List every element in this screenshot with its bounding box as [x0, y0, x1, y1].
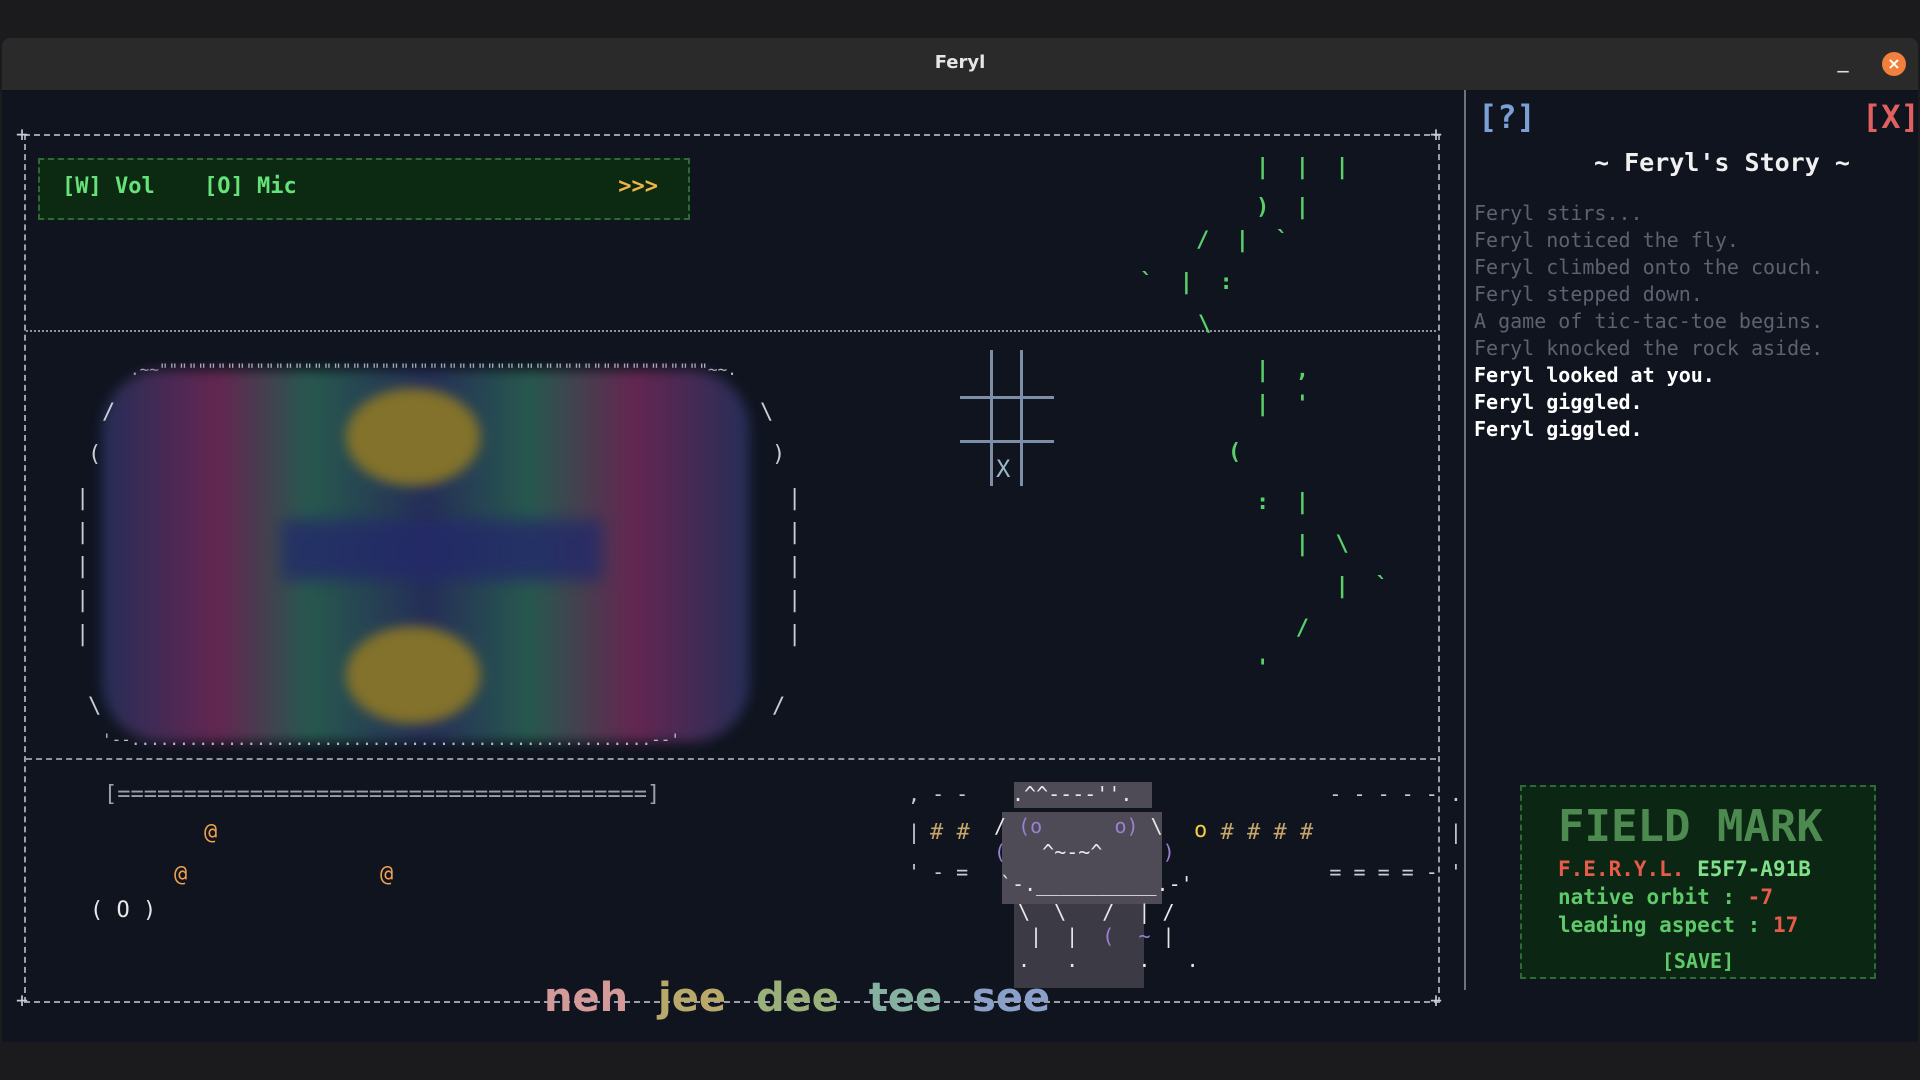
screen-edge: ) [772, 442, 786, 467]
log-entry: Feryl giggled. [1474, 390, 1643, 414]
at-glyph: @ [204, 820, 218, 845]
screen-art-band [282, 520, 602, 580]
syllable-4: tee [868, 975, 943, 1021]
app-window: Feryl _ × + + + + [W] Vol [O] Mic >>> .~… [2, 38, 1918, 1042]
ttt-grid-line [990, 350, 993, 486]
log-entry: Feryl stirs... [1474, 201, 1643, 225]
story-title: ~ Feryl's Story ~ [1594, 148, 1850, 177]
rug-pattern: # # [930, 820, 970, 845]
mic-button[interactable]: [O] Mic [204, 174, 297, 199]
vine: | | | ) | [1256, 155, 1349, 220]
screen-edge: \ [760, 400, 774, 425]
next-button[interactable]: >>> [618, 174, 658, 199]
coin-icon[interactable]: o [1194, 818, 1207, 843]
ttt-grid-line [1020, 350, 1023, 486]
log-entry: Feryl noticed the fly. [1474, 228, 1739, 252]
id-label: F.E.R.Y.L. [1558, 857, 1685, 881]
log-entry: A game of tic-tac-toe begins. [1474, 309, 1824, 333]
vine: / | ` [1196, 228, 1289, 253]
aspect-value: 17 [1772, 913, 1799, 937]
syllable-5: see [972, 975, 1051, 1021]
screen-edge: | | | | | [788, 486, 802, 647]
window-title: Feryl [934, 52, 986, 73]
vine: | , | ' [1256, 358, 1309, 417]
screen-edge: / [102, 400, 116, 425]
help-button[interactable]: [?] [1478, 98, 1536, 136]
vine: ( [1228, 440, 1242, 465]
log-entry: Feryl stepped down. [1474, 282, 1703, 306]
audio-controls: [W] Vol [O] Mic >>> [38, 158, 690, 220]
ttt-grid-line [960, 396, 1054, 399]
game-area: + + + + [W] Vol [O] Mic >>> .~~"""""""""… [2, 90, 1918, 1042]
frame-corner: + [1430, 122, 1443, 146]
orbit-label: native orbit : [1558, 885, 1736, 909]
progress-bar: [=======================================… [104, 782, 661, 807]
screen-bottom-border: '--.....................................… [102, 730, 680, 749]
minimize-button[interactable]: _ [1828, 48, 1858, 78]
ttt-grid-line [960, 440, 1054, 443]
vine: \ [1198, 312, 1212, 337]
screen-edge: ( [88, 442, 102, 467]
log-entry: Feryl looked at you. [1474, 363, 1715, 387]
field-mark-title: FIELD MARK [1558, 801, 1823, 852]
feryl-creature[interactable]: .^^----''. / (o o) \ ( ^~-~^ ) `-.______… [994, 780, 1199, 1000]
log-entry: Feryl climbed onto the couch. [1474, 255, 1824, 279]
aspect-label: leading aspect : [1558, 913, 1761, 937]
id-value: E5F7-A91B [1697, 857, 1811, 881]
field-mark-aspect: leading aspect : 17 [1558, 913, 1798, 937]
screen-edge: / [772, 694, 786, 719]
quit-button[interactable]: [X] [1862, 98, 1918, 136]
orbit-value: -7 [1747, 885, 1773, 909]
volume-button[interactable]: [W] Vol [62, 174, 155, 199]
log-entry: Feryl giggled. [1474, 417, 1643, 441]
title-bar: Feryl _ × [2, 38, 1918, 91]
rug-pattern: # # # # [1194, 820, 1314, 845]
vine: ' [1256, 656, 1270, 681]
syllable-1: neh [544, 975, 629, 1021]
frame-corner: + [16, 122, 29, 146]
log-entry: Feryl knocked the rock aside. [1474, 336, 1824, 360]
screen-edge: | | | | | [76, 486, 90, 647]
at-glyph: @ [380, 862, 394, 887]
vine: : | | \ | ` / [1256, 490, 1389, 641]
story-log: Feryl stirs... Feryl noticed the fly. Fe… [1474, 200, 1823, 443]
creature-face: `-.__________.-' [1000, 872, 1193, 896]
syllable-3: dee [755, 975, 839, 1021]
frame-corner: + [1430, 988, 1443, 1012]
speech-syllables: neh jee dee tee see [544, 975, 1066, 1021]
close-button[interactable]: × [1882, 52, 1906, 76]
creature-face: .^^----''. [1012, 782, 1133, 806]
field-mark-orbit: native orbit : -7 [1558, 885, 1773, 909]
zero-widget[interactable]: ( O ) [90, 898, 156, 923]
save-button[interactable]: [SAVE] [1522, 949, 1874, 973]
floor-line [26, 758, 1436, 760]
creature-legs-art: \ \ / | / | | ( ~ | . . . . [1018, 900, 1199, 972]
frame-corner: + [16, 988, 29, 1012]
syllable-2: jee [658, 975, 726, 1021]
vine: ` | : [1140, 270, 1233, 295]
at-glyph: @ [174, 862, 188, 887]
screen-edge: \ [88, 694, 102, 719]
wall-line [26, 330, 1436, 332]
creature-face: ( ^~-~^ ) [994, 840, 1175, 864]
ttt-mark[interactable]: X [996, 455, 1010, 483]
field-mark-card: FIELD MARK F.E.R.Y.L. E5F7-A91B native o… [1520, 785, 1876, 979]
creature-face: / (o o) \ [994, 814, 1163, 838]
field-mark-id: F.E.R.Y.L. E5F7-A91B [1558, 857, 1811, 881]
